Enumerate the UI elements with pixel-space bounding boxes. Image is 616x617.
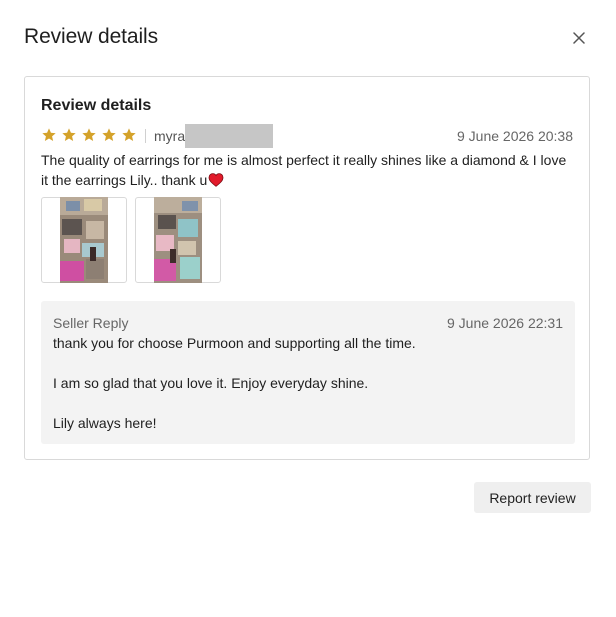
review-card: Review details myra 9 June 2026 20:38 Th… xyxy=(24,76,590,460)
seller-reply-label: Seller Reply xyxy=(53,315,129,331)
star-icon xyxy=(42,128,56,141)
modal-title: Review details xyxy=(24,25,158,48)
seller-reply-line: I am so glad that you love it. Enjoy eve… xyxy=(53,375,369,391)
rating-divider xyxy=(145,129,146,143)
photo-thumbnail xyxy=(60,197,108,283)
star-icon xyxy=(102,128,116,141)
review-photos xyxy=(41,197,221,283)
close-button[interactable] xyxy=(570,29,588,47)
star-rating xyxy=(41,127,137,143)
review-text: The quality of earrings for me is almost… xyxy=(41,152,567,188)
reviewer-name: myra xyxy=(154,128,186,144)
star-icon xyxy=(122,128,136,141)
review-section-title: Review details xyxy=(41,97,152,114)
review-date: 9 June 2026 20:38 xyxy=(457,128,573,144)
star-icon xyxy=(62,128,76,141)
seller-reply-date: 9 June 2026 22:31 xyxy=(447,315,563,331)
seller-reply-line: Lily always here! xyxy=(53,415,157,431)
review-text-block: The quality of earrings for me is almost… xyxy=(41,150,571,190)
photo-thumbnail xyxy=(154,197,202,283)
heart-icon xyxy=(208,173,224,187)
redacted-name-block xyxy=(185,124,273,148)
review-photo-1[interactable] xyxy=(41,197,127,283)
seller-reply-line: thank you for choose Purmoon and support… xyxy=(53,335,416,351)
seller-reply: Seller Reply 9 June 2026 22:31 thank you… xyxy=(41,301,575,444)
close-icon xyxy=(573,32,585,44)
report-review-button[interactable]: Report review xyxy=(474,482,591,513)
star-icon xyxy=(82,128,96,141)
review-photo-2[interactable] xyxy=(135,197,221,283)
